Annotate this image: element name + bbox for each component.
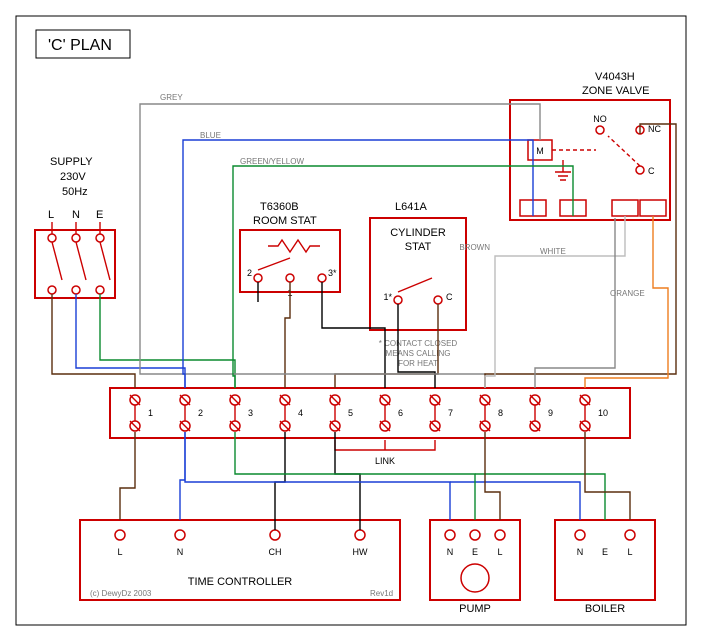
jt2: 2 (198, 408, 203, 418)
jt4: 4 (298, 408, 303, 418)
jt10: 10 (598, 408, 608, 418)
zone-c: C (648, 166, 655, 176)
jt7: 7 (448, 408, 453, 418)
jt3: 3 (248, 408, 253, 418)
pump-n: N (447, 547, 454, 557)
boiler-l: L (627, 547, 632, 557)
cylstat-label2: STAT (405, 241, 432, 253)
cylstat-t1: 1* (383, 292, 392, 302)
junction-terminals: 1 2 3 4 5 6 7 (130, 395, 608, 431)
tc-ch: CH (269, 547, 282, 557)
cylstat-note1: * CONTACT CLOSED (379, 339, 458, 348)
cylstat-t2: C (446, 292, 453, 302)
tc-box (80, 520, 400, 600)
tc-n: N (177, 547, 184, 557)
wire-blue-label: BLUE (200, 131, 221, 140)
wire-brown-label: BROWN (459, 243, 490, 252)
supply-label: SUPPLY (50, 156, 93, 168)
supply-l: L (48, 209, 54, 221)
wire-white-label: WHITE (540, 247, 566, 256)
wire-green-label: GREEN/YELLOW (240, 157, 304, 166)
cylstat-model: L641A (395, 201, 427, 213)
roomstat-label: ROOM STAT (253, 215, 317, 227)
wiring-diagram: 'C' PLAN SUPPLY 230V 50Hz L N E T6360B R… (0, 0, 702, 641)
tc-label: TIME CONTROLLER (188, 576, 293, 588)
cylstat-note3: FOR HEAT (398, 359, 438, 368)
pump-l: L (497, 547, 502, 557)
boiler-e: E (602, 547, 608, 557)
roomstat-model: T6360B (260, 201, 299, 213)
roomstat-t3: 3* (328, 268, 337, 278)
boiler-box (555, 520, 655, 600)
rev: Rev1d (370, 589, 393, 598)
jt5: 5 (348, 408, 353, 418)
junction-link: LINK (375, 456, 395, 466)
zone-nc: NC (648, 124, 661, 134)
cylstat-label1: CYLINDER (390, 227, 446, 239)
jt6: 6 (398, 408, 403, 418)
roomstat-t1: 2 (247, 268, 252, 278)
wire-grey-label: GREY (160, 93, 183, 102)
diagram-title: 'C' PLAN (48, 37, 112, 54)
pump-box (430, 520, 520, 600)
jt9: 9 (548, 408, 553, 418)
zone-m: M (536, 146, 544, 156)
supply-voltage: 230V (60, 171, 86, 183)
supply-e: E (96, 209, 103, 221)
zone-label: ZONE VALVE (582, 85, 649, 97)
pump-label: PUMP (459, 603, 491, 615)
jt1: 1 (148, 408, 153, 418)
boiler-label: BOILER (585, 603, 625, 615)
boiler-n: N (577, 547, 584, 557)
tc-hw: HW (353, 547, 368, 557)
zone-model: V4043H (595, 71, 635, 83)
credit: (c) DewyDz 2003 (90, 589, 152, 598)
cylstat-note2: MEANS CALLING (386, 349, 451, 358)
zone-no: NO (593, 114, 607, 124)
supply-n: N (72, 209, 80, 221)
supply-freq: 50Hz (62, 186, 88, 198)
tc-l: L (117, 547, 122, 557)
pump-e: E (472, 547, 478, 557)
jt8: 8 (498, 408, 503, 418)
